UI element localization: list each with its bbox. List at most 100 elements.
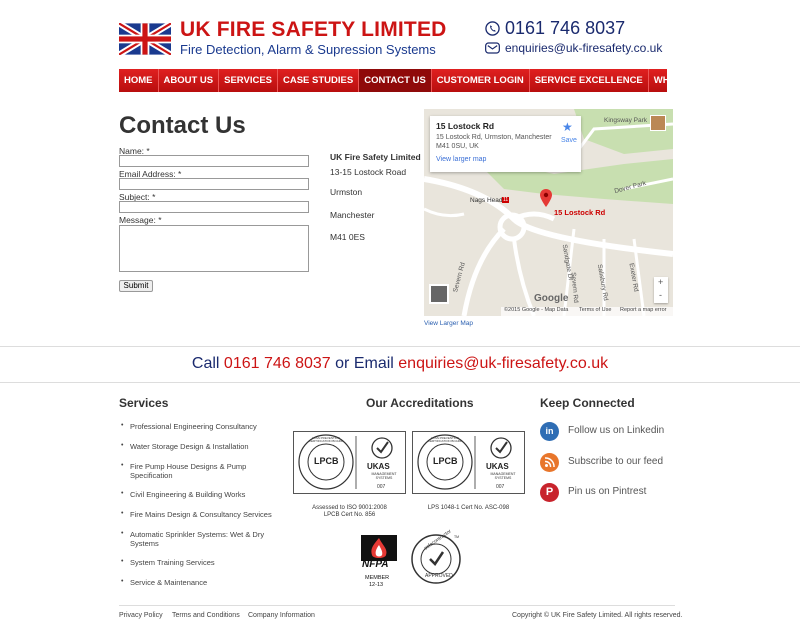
- nav-home[interactable]: HOME: [119, 69, 159, 92]
- brand-title: UK FIRE SAFETY LIMITED: [180, 18, 447, 41]
- accreditation-caption-1a: Assessed to ISO 9001:2008: [312, 505, 387, 511]
- ukas-sub-text: MANAGEMENT SYSTEMS: [371, 472, 397, 480]
- address-line4: M41 0ES: [330, 232, 365, 242]
- linkedin-link[interactable]: Follow us on Linkedin: [568, 425, 664, 436]
- ukas-code: 007: [377, 484, 386, 490]
- pinterest-icon[interactable]: P: [540, 483, 559, 502]
- subject-field[interactable]: [119, 201, 309, 213]
- map-streetview-thumb[interactable]: [650, 115, 666, 131]
- nav-services[interactable]: SERVICES: [219, 69, 278, 92]
- address-line1: 13-15 Lostock Road: [330, 167, 407, 177]
- ukas-logo-text: UKAS: [367, 462, 390, 471]
- map-label-kingsway: Kingsway Park: [604, 117, 647, 124]
- map-zoom-in[interactable]: +: [658, 277, 663, 287]
- name-field[interactable]: [119, 155, 309, 167]
- union-jack-logo: [119, 23, 171, 55]
- rss-icon[interactable]: [540, 453, 559, 472]
- pinterest-glyph: P: [545, 486, 554, 498]
- cta-phone[interactable]: 0161 746 8037: [224, 355, 331, 372]
- list-bullet: •: [121, 422, 124, 429]
- accreditation-caption-1b: LPCB Cert No. 856: [323, 512, 376, 518]
- keep-connected-heading: Keep Connected: [540, 396, 635, 410]
- address-line2: Urmston: [330, 187, 363, 197]
- map-card-address: 15 Lostock Rd, Urmston, Manchester M41 0…: [436, 134, 552, 150]
- nav-contact-us[interactable]: CONTACT US: [359, 69, 432, 92]
- safecontractor-logo: safecontractor APPROVED TM: [410, 528, 462, 585]
- service-link[interactable]: Water Storage Design & Installation: [130, 442, 290, 451]
- ukas-logo-text: UKAS: [486, 462, 509, 471]
- map-google-logo: Google: [534, 293, 569, 304]
- list-bullet: •: [121, 578, 124, 585]
- brand-subtitle: Fire Detection, Alarm & Supression Syste…: [180, 42, 436, 57]
- map-view-larger-link[interactable]: View larger map: [436, 156, 486, 163]
- lpcb-logo-text: LPCB: [433, 456, 458, 466]
- main-nav: HOME ABOUT US SERVICES CASE STUDIES CONT…: [119, 69, 800, 92]
- address-company: UK Fire Safety Limited: [330, 152, 421, 162]
- map-satellite-toggle[interactable]: [429, 284, 449, 304]
- pinterest-link[interactable]: Pin us on Pintrest: [568, 486, 646, 497]
- address-line3: Manchester: [330, 210, 375, 220]
- divider: [119, 605, 675, 606]
- view-larger-map-link[interactable]: View Larger Map: [424, 320, 473, 327]
- header-email[interactable]: enquiries@uk-firesafety.co.uk: [505, 41, 662, 55]
- divider: [0, 382, 800, 383]
- list-bullet: •: [121, 462, 124, 469]
- lpcb-iso-certificate: LPCB LOSS PREVENTION CERTIFICATION BOARD…: [293, 431, 406, 494]
- cta-email[interactable]: enquiries@uk-firesafety.co.uk: [398, 355, 608, 372]
- footer-terms-link[interactable]: Terms and Conditions: [172, 612, 240, 619]
- footer-company-link[interactable]: Company Information: [248, 612, 315, 619]
- nav-case-studies[interactable]: CASE STUDIES: [278, 69, 360, 92]
- service-link[interactable]: Service & Maintenance: [130, 578, 290, 587]
- nav-about-us[interactable]: ABOUT US: [159, 69, 220, 92]
- map-data-text: ©2015 Google - Map Data: [504, 307, 569, 313]
- service-link[interactable]: Fire Mains Design & Consultancy Services: [130, 510, 290, 519]
- divider: [0, 346, 800, 347]
- message-field[interactable]: [119, 225, 309, 272]
- services-heading: Services: [119, 396, 169, 410]
- email-icon: [485, 42, 500, 54]
- safecontractor-tm: TM: [454, 535, 460, 539]
- cta-middle: or Email: [330, 355, 399, 372]
- rss-link[interactable]: Subscribe to our feed: [568, 456, 663, 467]
- list-bullet: •: [121, 490, 124, 497]
- map-road-badge: 11: [502, 197, 510, 203]
- footer-privacy-link[interactable]: Privacy Policy: [119, 612, 163, 619]
- service-link[interactable]: Civil Engineering & Building Works: [130, 490, 290, 499]
- ukas-code: 007: [496, 484, 505, 490]
- linkedin-glyph: in: [545, 426, 554, 436]
- safecontractor-approved: APPROVED: [425, 573, 453, 579]
- nav-why-choose[interactable]: WHY CHOOSE UK FIRE SAFETY: [649, 69, 800, 92]
- map-zoom-out[interactable]: -: [659, 290, 662, 300]
- submit-button[interactable]: Submit: [119, 280, 153, 292]
- accreditation-caption-2: LPS 1048-1 Cert No. ASC-098: [427, 505, 510, 511]
- map-save-label[interactable]: Save: [561, 137, 577, 144]
- rss-glyph: [544, 457, 555, 468]
- lpcb-ring-text: LOSS PREVENTION CERTIFICATION BOARD: [427, 436, 463, 443]
- nav-service-excellence[interactable]: SERVICE EXCELLENCE: [530, 69, 649, 92]
- list-bullet: •: [121, 510, 124, 517]
- map-pin-icon[interactable]: [540, 189, 552, 207]
- accreditations-heading: Our Accreditations: [366, 396, 474, 410]
- call-to-action: Call 0161 746 8037 or Email enquiries@uk…: [0, 355, 800, 373]
- lpcb-ring-text: LOSS PREVENTION CERTIFICATION BOARD: [308, 436, 344, 443]
- map-save-star-icon[interactable]: ★: [562, 120, 573, 134]
- map-pin-label: 15 Lostock Rd: [554, 208, 606, 217]
- list-bullet: •: [121, 530, 124, 537]
- list-bullet: •: [121, 442, 124, 449]
- service-link[interactable]: Fire Pump House Designs & Pump Specifica…: [130, 462, 290, 480]
- header-phone[interactable]: 0161 746 8037: [505, 18, 625, 39]
- linkedin-icon[interactable]: in: [540, 422, 559, 441]
- map-terms-link[interactable]: Terms of Use: [579, 307, 611, 313]
- email-field[interactable]: [119, 178, 309, 190]
- service-link[interactable]: Professional Engineering Consultancy: [130, 422, 290, 431]
- lpcb-lps-certificate: LPCB LOSS PREVENTION CERTIFICATION BOARD…: [412, 431, 525, 494]
- map-label-nags: Nags Head: [470, 197, 503, 204]
- map-report-link[interactable]: Report a map error: [620, 307, 666, 313]
- footer-copyright: Copyright © UK Fire Safety Limited. All …: [512, 612, 683, 619]
- service-link[interactable]: System Training Services: [130, 558, 290, 567]
- service-link[interactable]: Automatic Sprinkler Systems: Wet & Dry S…: [130, 530, 290, 548]
- nav-customer-login[interactable]: CUSTOMER LOGIN: [432, 69, 530, 92]
- page-title: Contact Us: [119, 112, 246, 139]
- ukas-sub-text: MANAGEMENT SYSTEMS: [490, 472, 516, 480]
- list-bullet: •: [121, 558, 124, 565]
